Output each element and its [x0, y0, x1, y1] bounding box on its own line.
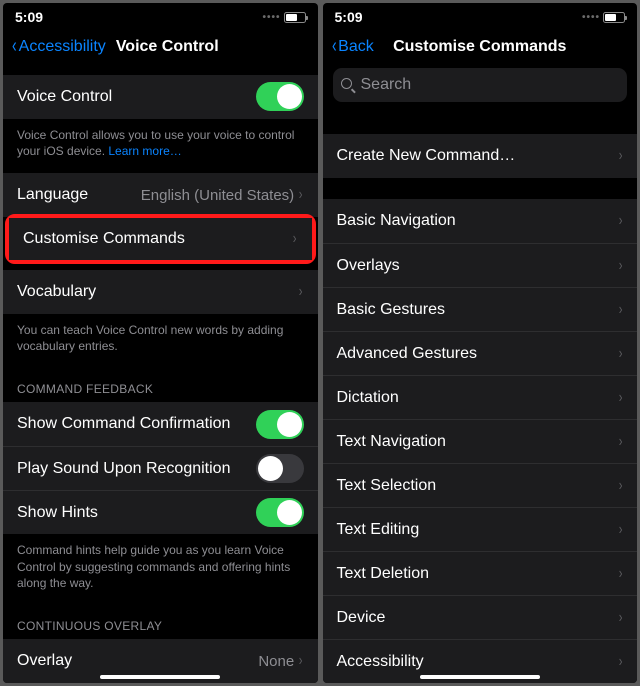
row-label: Device [337, 609, 618, 627]
row-label: Basic Navigation [337, 212, 618, 230]
category-row[interactable]: Basic Gestures› [323, 287, 638, 331]
row-label: Voice Control [17, 88, 256, 106]
row-label: Vocabulary [17, 283, 298, 301]
vocabulary-row[interactable]: Vocabulary › [3, 270, 318, 314]
home-indicator[interactable] [100, 675, 220, 679]
page-title: Voice Control [116, 38, 219, 56]
learn-more-link[interactable]: Learn more… [108, 144, 181, 158]
signal-dots: •••• [582, 12, 600, 23]
command-feedback-header: COMMAND FEEDBACK [3, 368, 318, 402]
row-label: Text Selection [337, 477, 618, 495]
chevron-right-icon: › [299, 652, 303, 670]
nav-bar: ‹ Accessibility Voice Control [3, 31, 318, 68]
toggle-switch[interactable] [256, 498, 304, 527]
row-label: Create New Command… [337, 147, 618, 165]
row-label: Customise Commands [23, 230, 292, 248]
chevron-right-icon: › [618, 212, 622, 230]
back-button[interactable]: ‹ Accessibility [11, 35, 106, 58]
status-bar: 5:09 •••• [323, 3, 638, 31]
chevron-right-icon: › [618, 389, 622, 407]
search-icon [341, 78, 355, 92]
voice-control-description: Voice Control allows you to use your voi… [3, 119, 318, 173]
battery-icon [284, 12, 306, 23]
row-label: Accessibility [337, 653, 618, 671]
row-label: Play Sound Upon Recognition [17, 460, 256, 478]
row-label: Show Hints [17, 504, 256, 522]
show-confirmation-row[interactable]: Show Command Confirmation [3, 402, 318, 446]
status-time: 5:09 [335, 9, 363, 25]
category-row[interactable]: Text Editing› [323, 507, 638, 551]
chevron-right-icon: › [618, 653, 622, 671]
chevron-right-icon: › [299, 186, 303, 204]
category-row[interactable]: Overlays› [323, 243, 638, 287]
chevron-left-icon: ‹ [12, 35, 17, 58]
back-label: Accessibility [19, 38, 106, 56]
back-label: Back [338, 38, 374, 56]
row-label: Dictation [337, 389, 618, 407]
customise-commands-highlight: Customise Commands › [5, 214, 316, 264]
voice-control-toggle-row[interactable]: Voice Control [3, 75, 318, 119]
back-button[interactable]: ‹ Back [331, 35, 374, 58]
category-row[interactable]: Basic Navigation› [323, 199, 638, 243]
show-hints-row[interactable]: Show Hints [3, 490, 318, 534]
chevron-right-icon: › [293, 230, 297, 248]
language-row[interactable]: Language English (United States) › [3, 173, 318, 217]
signal-dots: •••• [262, 12, 280, 23]
toggle-switch[interactable] [256, 410, 304, 439]
category-row[interactable]: Text Navigation› [323, 419, 638, 463]
vocabulary-description: You can teach Voice Control new words by… [3, 314, 318, 368]
left-screen: 5:09 •••• ‹ Accessibility Voice Control … [3, 3, 318, 683]
row-value: English (United States) [141, 187, 294, 204]
nav-bar: ‹ Back Customise Commands [323, 31, 638, 68]
category-row[interactable]: Advanced Gestures› [323, 331, 638, 375]
chevron-right-icon: › [618, 257, 622, 275]
category-row[interactable]: Text Selection› [323, 463, 638, 507]
row-label: Basic Gestures [337, 301, 618, 319]
chevron-right-icon: › [618, 433, 622, 451]
play-sound-row[interactable]: Play Sound Upon Recognition [3, 446, 318, 490]
customise-commands-row[interactable]: Customise Commands › [9, 218, 312, 260]
category-row[interactable]: Dictation› [323, 375, 638, 419]
chevron-left-icon: ‹ [332, 35, 337, 58]
row-label: Show Command Confirmation [17, 415, 256, 433]
chevron-right-icon: › [618, 147, 622, 165]
toggle-switch[interactable] [256, 454, 304, 483]
toggle-switch[interactable] [256, 82, 304, 111]
chevron-right-icon: › [618, 521, 622, 539]
continuous-overlay-header: CONTINUOUS OVERLAY [3, 605, 318, 639]
battery-icon [603, 12, 625, 23]
search-input[interactable]: Search [333, 68, 628, 102]
chevron-right-icon: › [618, 609, 622, 627]
chevron-right-icon: › [618, 345, 622, 363]
home-indicator[interactable] [420, 675, 540, 679]
search-placeholder: Search [361, 76, 412, 94]
chevron-right-icon: › [618, 301, 622, 319]
row-value: None [258, 653, 294, 670]
right-screen: 5:09 •••• ‹ Back Customise Commands Sear… [323, 3, 638, 683]
category-row[interactable]: Text Deletion› [323, 551, 638, 595]
status-bar: 5:09 •••• [3, 3, 318, 31]
row-label: Text Deletion [337, 565, 618, 583]
chevron-right-icon: › [618, 565, 622, 583]
row-label: Text Editing [337, 521, 618, 539]
row-label: Advanced Gestures [337, 345, 618, 363]
row-label: Text Navigation [337, 433, 618, 451]
category-row[interactable]: Device› [323, 595, 638, 639]
status-time: 5:09 [15, 9, 43, 25]
chevron-right-icon: › [618, 477, 622, 495]
chevron-right-icon: › [299, 283, 303, 301]
row-label: Language [17, 186, 141, 204]
row-label: Overlays [337, 257, 618, 275]
create-new-command-row[interactable]: Create New Command… › [323, 134, 638, 178]
row-label: Overlay [17, 652, 258, 670]
hints-description: Command hints help guide you as you lear… [3, 534, 318, 605]
